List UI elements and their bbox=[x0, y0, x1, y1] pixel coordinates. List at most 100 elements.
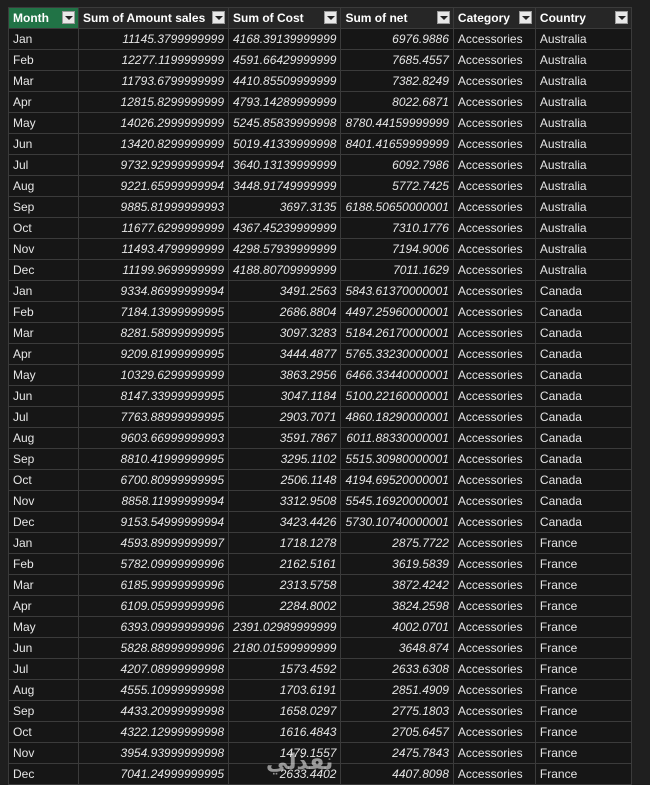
cell-month[interactable]: Jun bbox=[8, 133, 79, 155]
cell-country[interactable]: France bbox=[534, 658, 632, 680]
cell-category[interactable]: Accessories bbox=[452, 175, 536, 197]
filter-dropdown-icon[interactable] bbox=[62, 11, 75, 24]
cell-amount-sales[interactable]: 9334.86999999994 bbox=[78, 280, 229, 302]
cell-category[interactable]: Accessories bbox=[452, 28, 536, 50]
cell-category[interactable]: Accessories bbox=[452, 280, 536, 302]
cell-category[interactable]: Accessories bbox=[452, 553, 536, 575]
cell-amount-sales[interactable]: 9885.81999999993 bbox=[78, 196, 229, 218]
cell-cost[interactable]: 3697.3135 bbox=[227, 196, 342, 218]
cell-category[interactable]: Accessories bbox=[452, 574, 536, 596]
cell-amount-sales[interactable]: 9603.66999999993 bbox=[78, 427, 229, 449]
cell-amount-sales[interactable]: 8147.33999999995 bbox=[78, 385, 229, 407]
cell-net[interactable]: 3824.2598 bbox=[340, 595, 454, 617]
cell-country[interactable]: France bbox=[534, 553, 632, 575]
cell-net[interactable]: 6011.88330000001 bbox=[340, 427, 454, 449]
cell-month[interactable]: Nov bbox=[8, 490, 79, 512]
cell-month[interactable]: Jan bbox=[8, 28, 79, 50]
cell-amount-sales[interactable]: 7184.13999999995 bbox=[78, 301, 229, 323]
cell-country[interactable]: France bbox=[534, 637, 632, 659]
filter-dropdown-icon[interactable] bbox=[212, 11, 225, 24]
cell-amount-sales[interactable]: 6700.80999999995 bbox=[78, 469, 229, 491]
cell-cost[interactable]: 4298.57939999999 bbox=[227, 238, 342, 260]
cell-cost[interactable]: 5019.41339999998 bbox=[227, 133, 342, 155]
cell-net[interactable]: 3619.5839 bbox=[340, 553, 454, 575]
cell-amount-sales[interactable]: 9221.65999999994 bbox=[78, 175, 229, 197]
cell-cost[interactable]: 3448.91749999999 bbox=[227, 175, 342, 197]
cell-category[interactable]: Accessories bbox=[452, 364, 536, 386]
cell-month[interactable]: May bbox=[8, 616, 79, 638]
cell-amount-sales[interactable]: 6109.05999999996 bbox=[78, 595, 229, 617]
cell-net[interactable]: 6188.50650000001 bbox=[340, 196, 454, 218]
cell-amount-sales[interactable]: 11493.4799999999 bbox=[78, 238, 229, 260]
cell-country[interactable]: Australia bbox=[534, 133, 632, 155]
cell-category[interactable]: Accessories bbox=[452, 112, 536, 134]
cell-cost[interactable]: 4188.80709999999 bbox=[227, 259, 342, 281]
cell-category[interactable]: Accessories bbox=[452, 700, 536, 722]
cell-net[interactable]: 5730.10740000001 bbox=[340, 511, 454, 533]
cell-country[interactable]: Australia bbox=[534, 238, 632, 260]
cell-country[interactable]: Australia bbox=[534, 49, 632, 71]
cell-category[interactable]: Accessories bbox=[452, 49, 536, 71]
cell-cost[interactable]: 2162.5161 bbox=[227, 553, 342, 575]
cell-category[interactable]: Accessories bbox=[452, 763, 536, 785]
cell-month[interactable]: Feb bbox=[8, 49, 79, 71]
cell-category[interactable]: Accessories bbox=[452, 259, 536, 281]
cell-category[interactable]: Accessories bbox=[452, 532, 536, 554]
cell-net[interactable]: 7194.9006 bbox=[340, 238, 454, 260]
cell-cost[interactable]: 2391.02989999999 bbox=[227, 616, 342, 638]
cell-net[interactable]: 7011.1629 bbox=[340, 259, 454, 281]
cell-month[interactable]: Aug bbox=[8, 175, 79, 197]
cell-month[interactable]: Jan bbox=[8, 280, 79, 302]
cell-month[interactable]: May bbox=[8, 112, 79, 134]
cell-category[interactable]: Accessories bbox=[452, 448, 536, 470]
cell-category[interactable]: Accessories bbox=[452, 385, 536, 407]
cell-category[interactable]: Accessories bbox=[452, 406, 536, 428]
cell-net[interactable]: 2475.7843 bbox=[340, 742, 454, 764]
cell-category[interactable]: Accessories bbox=[452, 427, 536, 449]
cell-country[interactable]: Australia bbox=[534, 70, 632, 92]
cell-category[interactable]: Accessories bbox=[452, 469, 536, 491]
cell-country[interactable]: Canada bbox=[534, 280, 632, 302]
cell-amount-sales[interactable]: 14026.2999999999 bbox=[78, 112, 229, 134]
cell-country[interactable]: Australia bbox=[534, 217, 632, 239]
cell-country[interactable]: Australia bbox=[534, 175, 632, 197]
cell-country[interactable]: Canada bbox=[534, 469, 632, 491]
cell-amount-sales[interactable]: 4207.08999999998 bbox=[78, 658, 229, 680]
cell-cost[interactable]: 2686.8804 bbox=[227, 301, 342, 323]
cell-cost[interactable]: 2180.01599999999 bbox=[227, 637, 342, 659]
cell-month[interactable]: Nov bbox=[8, 742, 79, 764]
cell-cost[interactable]: 3295.1102 bbox=[227, 448, 342, 470]
cell-amount-sales[interactable]: 10329.6299999999 bbox=[78, 364, 229, 386]
column-header-country[interactable]: Country bbox=[534, 7, 632, 29]
cell-category[interactable]: Accessories bbox=[452, 154, 536, 176]
cell-amount-sales[interactable]: 11199.9699999999 bbox=[78, 259, 229, 281]
cell-cost[interactable]: 1658.0297 bbox=[227, 700, 342, 722]
cell-month[interactable]: Apr bbox=[8, 595, 79, 617]
cell-month[interactable]: Aug bbox=[8, 427, 79, 449]
cell-cost[interactable]: 2313.5758 bbox=[227, 574, 342, 596]
cell-cost[interactable]: 3312.9508 bbox=[227, 490, 342, 512]
cell-category[interactable]: Accessories bbox=[452, 343, 536, 365]
cell-category[interactable]: Accessories bbox=[452, 511, 536, 533]
cell-cost[interactable]: 1718.1278 bbox=[227, 532, 342, 554]
cell-net[interactable]: 4194.69520000001 bbox=[340, 469, 454, 491]
cell-amount-sales[interactable]: 9153.54999999994 bbox=[78, 511, 229, 533]
cell-amount-sales[interactable]: 9209.81999999995 bbox=[78, 343, 229, 365]
cell-month[interactable]: Jul bbox=[8, 658, 79, 680]
cell-country[interactable]: France bbox=[534, 574, 632, 596]
cell-country[interactable]: France bbox=[534, 721, 632, 743]
cell-amount-sales[interactable]: 7041.24999999995 bbox=[78, 763, 229, 785]
cell-net[interactable]: 4407.8098 bbox=[340, 763, 454, 785]
cell-net[interactable]: 3872.4242 bbox=[340, 574, 454, 596]
cell-net[interactable]: 5184.26170000001 bbox=[340, 322, 454, 344]
cell-month[interactable]: Feb bbox=[8, 553, 79, 575]
cell-month[interactable]: Jul bbox=[8, 154, 79, 176]
cell-month[interactable]: Oct bbox=[8, 469, 79, 491]
cell-cost[interactable]: 4367.45239999999 bbox=[227, 217, 342, 239]
cell-amount-sales[interactable]: 13420.8299999999 bbox=[78, 133, 229, 155]
cell-amount-sales[interactable]: 5828.88999999996 bbox=[78, 637, 229, 659]
cell-country[interactable]: Canada bbox=[534, 511, 632, 533]
cell-country[interactable]: France bbox=[534, 742, 632, 764]
cell-net[interactable]: 7382.8249 bbox=[340, 70, 454, 92]
cell-cost[interactable]: 3423.4426 bbox=[227, 511, 342, 533]
